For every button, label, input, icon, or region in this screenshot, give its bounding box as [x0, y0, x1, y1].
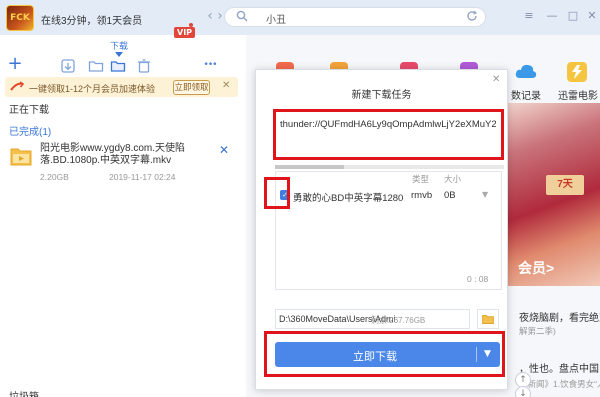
file-size: 0B [444, 190, 456, 201]
active-tab-indicator [115, 52, 123, 57]
feed-subtitle-2: 看新闻》1.饮食男女“人生 [519, 379, 600, 389]
refresh-icon[interactable] [466, 10, 478, 22]
file-name[interactable]: 勇敢的心BD中英字幕1280x720.rmvb [293, 190, 403, 204]
more-options-icon[interactable]: ••• [202, 57, 218, 73]
downloading-tab-icon[interactable] [110, 58, 126, 74]
banner-close-icon[interactable]: ✕ [222, 80, 230, 91]
search-box[interactable] [224, 7, 486, 27]
trash-section-title[interactable]: 垃圾箱 [9, 388, 39, 397]
file-type: rmvb [411, 190, 433, 201]
feed-headline-2[interactable]: ，性也。盘点中国 [519, 360, 599, 375]
cloud-icon[interactable] [515, 62, 537, 80]
row-dropdown-icon[interactable]: ▼ [482, 190, 488, 199]
app-label-movie[interactable]: 迅雷电影 [558, 87, 598, 102]
app-label-record[interactable]: 数记录 [511, 87, 541, 102]
completed-file-size: 2.20GB [40, 172, 69, 182]
feed-headline-1[interactable]: 夜烧脑剧，看完绝对 [519, 309, 600, 324]
search-icon[interactable] [236, 10, 248, 22]
completed-file-date: 2019-11-17 02:24 [109, 172, 176, 182]
folder-icon[interactable] [88, 58, 104, 74]
file-count: 0 : 08 [467, 274, 489, 284]
dialog-title: 新建下载任务 [351, 90, 412, 101]
user-avatar[interactable]: FCK [6, 5, 34, 31]
online-promo-text[interactable]: 在线3分钟，领1天会员 [41, 12, 142, 27]
feed-subtitle-1: 解第二季) [519, 326, 556, 336]
search-input[interactable]: 小丑 [266, 11, 286, 26]
photo-badge: 7天 [546, 175, 584, 195]
free-space-label: 剩余:267.76GB [371, 316, 426, 325]
gift-arrow-icon [10, 81, 24, 91]
claim-now-button[interactable]: 立即领取 [173, 80, 210, 95]
column-type-header: 类型 [412, 174, 430, 184]
file-list [275, 171, 502, 290]
download-icon[interactable] [60, 58, 76, 74]
browse-folder-icon[interactable] [477, 309, 499, 329]
scrollbar-thumb[interactable] [275, 165, 344, 169]
completed-file-name[interactable]: 阳光电影www.ygdy8.com.天使陷落.BD.1080p.中英双字幕.mk… [40, 143, 215, 167]
vip-icon[interactable]: VIP [174, 27, 196, 38]
maximize-button[interactable]: □ [566, 9, 580, 23]
download-tab-label[interactable]: 下载 [110, 39, 128, 52]
close-window-button[interactable]: ✕ [585, 9, 599, 23]
promo-banner-text: 一键领取1-12个月会员加速体验 [29, 84, 156, 94]
add-task-button[interactable]: + [7, 55, 23, 73]
dialog-close-icon[interactable]: ✕ [492, 74, 500, 85]
completed-section-title[interactable]: 已完成(1) [9, 123, 51, 138]
annotation-checkbox-highlight [264, 177, 290, 209]
thunder-movie-icon[interactable] [567, 62, 587, 82]
annotation-url-highlight [273, 109, 504, 160]
downloading-section-title[interactable]: 正在下载 [9, 101, 49, 116]
column-size-header: 大小 [444, 174, 462, 184]
remove-item-icon[interactable]: ✕ [219, 143, 229, 157]
trash-icon[interactable] [136, 58, 152, 74]
annotation-button-highlight [264, 331, 505, 377]
scroll-down-icon[interactable]: ↓ [515, 386, 531, 397]
menu-icon[interactable]: ≡ [522, 9, 536, 23]
photo-caption[interactable]: 会员> [518, 258, 554, 278]
video-file-icon [10, 148, 32, 166]
minimize-button[interactable]: — [545, 9, 559, 23]
